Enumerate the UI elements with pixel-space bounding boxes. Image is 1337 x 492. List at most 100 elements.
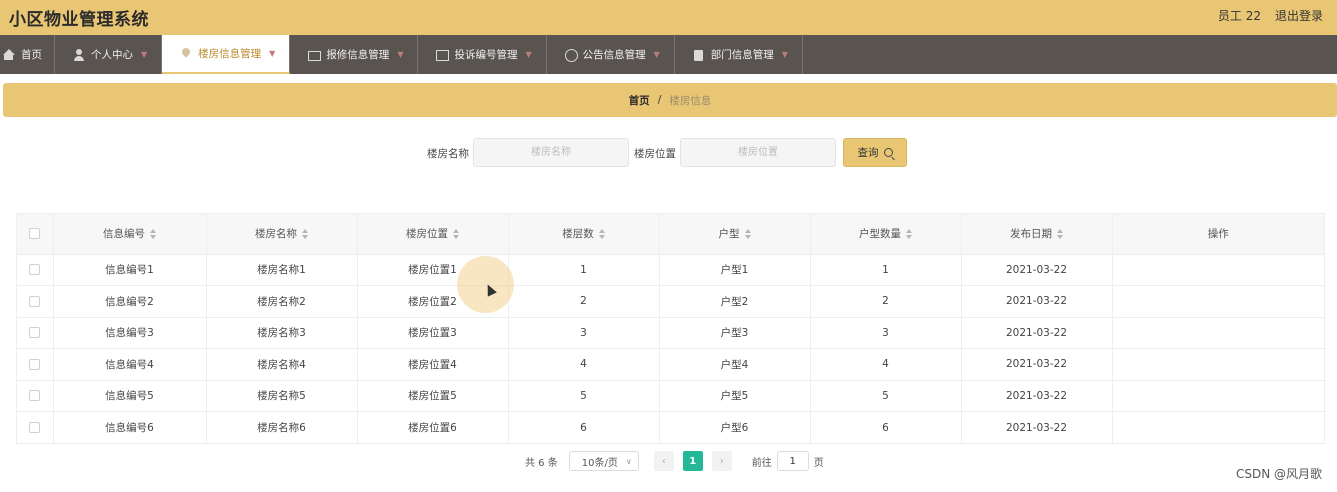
table-row[interactable]: 信息编号4 楼房名称4 楼房位置4 4 户型4 4 2021-03-22 <box>17 348 1324 381</box>
row-checkbox[interactable] <box>29 358 41 370</box>
row-select-cell <box>17 254 54 286</box>
column-header[interactable]: 户型 <box>659 214 811 255</box>
table-cell: 楼房名称6 <box>206 411 358 443</box>
table-cell: 4 <box>810 348 962 381</box>
row-checkbox[interactable] <box>29 264 41 276</box>
breadcrumb-current: 楼房信息 <box>669 94 712 107</box>
nav-item-building-info[interactable]: 楼房信息管理 ▼ <box>162 35 291 74</box>
column-header[interactable]: 楼层数 <box>508 214 660 255</box>
column-header-label: 发布日期 <box>1010 228 1052 241</box>
row-actions-cell <box>1112 254 1324 286</box>
building-location-input[interactable] <box>680 138 836 167</box>
table-cell: 2021-03-22 <box>961 317 1113 349</box>
nav-item-announcement[interactable]: 公告信息管理 ▼ <box>547 35 675 74</box>
sort-icon[interactable] <box>1057 229 1063 240</box>
sort-icon[interactable] <box>150 229 156 240</box>
breadcrumb-home[interactable]: 首页 <box>629 93 650 108</box>
next-page-button[interactable]: › <box>711 451 732 471</box>
nav-item-complaint[interactable]: 投诉编号管理 ▼ <box>418 35 547 74</box>
sort-icon[interactable] <box>906 229 912 240</box>
row-actions-cell <box>1112 412 1324 444</box>
table-cell: 6 <box>810 411 962 443</box>
building-name-label: 楼房名称 <box>427 148 469 160</box>
table-cell: 5 <box>810 380 962 412</box>
sort-icon[interactable] <box>598 229 605 240</box>
nav-item-department[interactable]: 部门信息管理 ▼ <box>675 35 803 74</box>
table-cell: 楼房位置6 <box>357 411 509 443</box>
chevron-down-icon: ▼ <box>397 50 404 59</box>
page-number-current[interactable]: 1 <box>682 451 703 471</box>
table-cell: 3 <box>508 317 660 349</box>
table-row[interactable]: 信息编号3 楼房名称3 楼房位置3 3 户型3 3 2021-03-22 <box>17 317 1324 349</box>
app-title: 小区物业管理系统 <box>9 10 149 30</box>
nav-item-label: 投诉编号管理 <box>454 49 518 61</box>
select-all-checkbox[interactable] <box>29 228 41 240</box>
sort-icon[interactable] <box>302 229 308 240</box>
table-cell: 1 <box>810 254 962 286</box>
table-cell: 楼房位置4 <box>357 348 509 381</box>
pagination-total: 共 6 条 <box>525 457 558 469</box>
table-row[interactable]: 信息编号5 楼房名称5 楼房位置5 5 户型5 5 2021-03-22 <box>17 380 1324 412</box>
column-header[interactable]: 楼房名称 <box>206 214 358 255</box>
table-cell: 楼房名称2 <box>206 285 358 318</box>
chevron-down-icon: ▼ <box>525 50 532 59</box>
row-checkbox[interactable] <box>29 422 41 433</box>
sort-icon[interactable] <box>744 229 751 240</box>
chevron-down-icon: ▼ <box>141 50 148 59</box>
page-size-value: 10条/页 <box>581 457 618 469</box>
row-checkbox[interactable] <box>29 390 41 402</box>
row-select-cell <box>17 285 54 318</box>
table-cell: 信息编号2 <box>53 285 207 318</box>
goto-label: 前往 <box>751 457 772 469</box>
logout-link[interactable]: 退出登录 <box>1275 7 1323 24</box>
pin-icon <box>180 48 192 60</box>
table-cell: 4 <box>508 348 660 381</box>
column-header-label: 信息编号 <box>103 228 145 241</box>
column-header-label: 楼层数 <box>562 228 594 241</box>
table-cell: 户型4 <box>659 348 811 381</box>
column-header-label: 户型 <box>718 228 740 241</box>
table-cell: 户型1 <box>659 254 811 286</box>
nav-item-personal-center[interactable]: 个人中心 ▼ <box>55 35 163 74</box>
sort-icon[interactable] <box>453 229 459 240</box>
building-name-input[interactable] <box>473 138 629 167</box>
prev-page-button[interactable]: ‹ <box>653 451 674 471</box>
main-nav: 首页 个人中心 ▼ 楼房信息管理 ▼ 报修信息管理 ▼ 投诉编号管理 ▼ 公告信… <box>0 35 1337 74</box>
goto-page-input[interactable] <box>776 451 809 471</box>
column-header-label: 楼房位置 <box>406 228 448 241</box>
column-header[interactable]: 楼房位置 <box>357 214 509 255</box>
user-icon <box>73 48 85 61</box>
table-row[interactable]: 信息编号2 楼房名称2 楼房位置2 2 户型2 2 2021-03-22 <box>17 285 1324 318</box>
mail-icon <box>308 49 322 61</box>
column-header[interactable]: 发布日期 <box>961 214 1113 255</box>
nav-item-home[interactable]: 首页 <box>0 35 55 74</box>
table-cell: 5 <box>508 380 660 412</box>
table-cell: 楼房名称4 <box>206 348 358 381</box>
nav-item-label: 个人中心 <box>91 49 133 61</box>
table-cell: 楼房位置5 <box>357 380 509 412</box>
clipboard-icon <box>693 49 705 61</box>
table-cell: 信息编号3 <box>53 317 207 349</box>
table-row[interactable]: 信息编号6 楼房名称6 楼房位置6 6 户型6 6 2021-03-22 <box>17 411 1324 444</box>
row-actions-cell <box>1112 317 1324 349</box>
table-cell: 2021-03-22 <box>961 411 1113 443</box>
building-location-label: 楼房位置 <box>634 148 676 160</box>
row-checkbox[interactable] <box>29 327 41 339</box>
row-checkbox[interactable] <box>29 295 41 307</box>
table-cell: 2 <box>810 285 962 318</box>
search-button[interactable]: 查询 <box>843 138 907 167</box>
table-cell: 2 <box>508 285 660 318</box>
table-header-row: 信息编号 楼房名称 楼房位置 楼层数 户型 户型数量 发布日期 操作 <box>17 214 1324 255</box>
table-cell: 楼房位置1 <box>357 254 509 286</box>
table-cell: 2021-03-22 <box>961 285 1113 318</box>
chevron-down-icon: ▼ <box>653 50 660 59</box>
page-size-select[interactable]: 10条/页 ∨ <box>568 451 639 471</box>
pagination: 共 6 条 10条/页 ∨ ‹ 1 › 前往 页 <box>525 451 824 471</box>
column-header[interactable]: 户型数量 <box>810 214 962 255</box>
table-cell: 2021-03-22 <box>961 254 1113 286</box>
nav-item-repair-info[interactable]: 报修信息管理 ▼ <box>290 35 419 74</box>
nav-item-label: 部门信息管理 <box>710 49 774 61</box>
column-header[interactable]: 信息编号 <box>53 214 207 255</box>
table-cell: 楼房位置2 <box>357 285 509 318</box>
table-row[interactable]: 信息编号1 楼房名称1 楼房位置1 1 户型1 1 2021-03-22 <box>17 254 1324 286</box>
